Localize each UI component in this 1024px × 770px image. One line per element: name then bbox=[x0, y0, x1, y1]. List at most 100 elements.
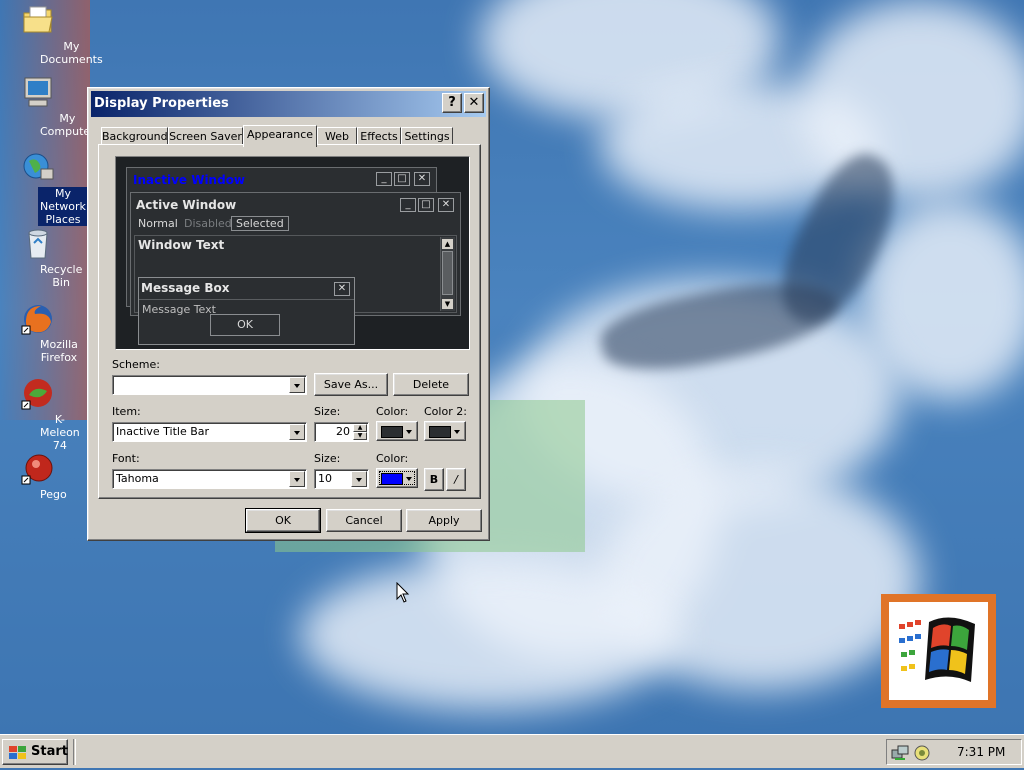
maximize-icon: □ bbox=[394, 172, 410, 186]
desktop-icon-pego[interactable]: Pego bbox=[0, 452, 76, 501]
preview-menu-normal: Normal bbox=[138, 217, 178, 230]
clock[interactable]: 7:31 PM bbox=[957, 745, 1005, 759]
desktop-icon-label: Mozilla Firefox bbox=[40, 338, 78, 364]
network-tray-icon[interactable] bbox=[891, 744, 909, 762]
mouse-pointer-icon bbox=[396, 582, 410, 603]
help-button[interactable]: ? bbox=[442, 93, 462, 113]
chevron-down-icon[interactable] bbox=[289, 471, 305, 487]
desktop-icon-label: My Documents bbox=[40, 40, 103, 66]
close-icon: ✕ bbox=[438, 198, 454, 212]
chevron-down-icon[interactable] bbox=[351, 471, 367, 487]
pego-icon bbox=[21, 452, 55, 486]
desktop-icon-my-network-places[interactable]: My Network Places bbox=[0, 151, 88, 226]
desktop-icon-recycle-bin[interactable]: Recycle Bin bbox=[0, 227, 82, 289]
item-color-label: Color: bbox=[376, 405, 409, 418]
network-globe-icon bbox=[21, 151, 55, 185]
dialog-title: Display Properties bbox=[94, 96, 229, 111]
tab-background[interactable]: Background bbox=[101, 127, 168, 145]
desktop-icon-mozilla-firefox[interactable]: Mozilla Firefox bbox=[0, 302, 78, 364]
font-size-select[interactable]: 10 bbox=[314, 469, 369, 489]
font-color-swatch bbox=[381, 473, 403, 485]
minimize-icon: _ bbox=[400, 198, 416, 212]
cancel-button[interactable]: Cancel bbox=[326, 509, 402, 532]
preview-menu-selected: Selected bbox=[231, 216, 289, 231]
item-color-swatch bbox=[381, 426, 403, 438]
apply-button[interactable]: Apply bbox=[406, 509, 482, 532]
tab-appearance[interactable]: Appearance bbox=[243, 125, 317, 147]
item-color2-button[interactable] bbox=[424, 421, 466, 441]
windows-flag-icon bbox=[7, 745, 29, 761]
taskbar-divider bbox=[73, 739, 76, 765]
appearance-panel: Inactive Window _ □ ✕ Active Window _ □ … bbox=[98, 144, 481, 499]
font-value: Tahoma bbox=[116, 472, 159, 485]
desktop-icon-label: Pego bbox=[40, 488, 67, 501]
font-label: Font: bbox=[112, 452, 140, 465]
minimize-icon: _ bbox=[376, 172, 392, 186]
volume-tray-icon[interactable] bbox=[913, 744, 931, 762]
tab-screen-saver[interactable]: Screen Saver bbox=[168, 127, 243, 145]
font-size-value: 10 bbox=[318, 472, 332, 485]
chevron-down-icon bbox=[454, 430, 460, 434]
scheme-preview[interactable]: Inactive Window _ □ ✕ Active Window _ □ … bbox=[115, 156, 470, 350]
display-properties-dialog: Display Properties ? ✕ Background Screen… bbox=[87, 87, 490, 541]
desktop-icon-k-meleon[interactable]: K-Meleon 74 bbox=[0, 377, 80, 452]
dialog-titlebar[interactable]: Display Properties ? ✕ bbox=[91, 91, 486, 117]
delete-button[interactable]: Delete bbox=[393, 373, 469, 396]
scheme-label: Scheme: bbox=[112, 358, 160, 371]
item-size-value: 20 bbox=[336, 425, 350, 438]
preview-menu-disabled: Disabled bbox=[184, 217, 232, 230]
ok-button[interactable]: OK bbox=[245, 508, 321, 533]
scroll-down-icon: ▼ bbox=[442, 299, 453, 309]
maximize-icon: □ bbox=[418, 198, 434, 212]
chevron-down-icon[interactable] bbox=[289, 424, 305, 440]
chevron-down-icon bbox=[406, 430, 412, 434]
item-color2-label: Color 2: bbox=[424, 405, 467, 418]
close-icon: ✕ bbox=[334, 282, 350, 296]
desktop-icon-label: Recycle Bin bbox=[40, 263, 83, 289]
desktop-icon-my-computer[interactable]: My Computer bbox=[0, 76, 95, 138]
scheme-select[interactable] bbox=[112, 375, 307, 395]
firefox-icon bbox=[21, 302, 55, 336]
close-icon: ✕ bbox=[414, 172, 430, 186]
bold-button[interactable]: B bbox=[424, 468, 444, 491]
preview-window-text: Window Text bbox=[138, 238, 225, 252]
item-color2-swatch bbox=[429, 426, 451, 438]
chevron-down-icon[interactable] bbox=[289, 377, 305, 393]
font-select[interactable]: Tahoma bbox=[112, 469, 307, 489]
spin-down-icon[interactable]: ▼ bbox=[353, 432, 367, 440]
tab-settings[interactable]: Settings bbox=[401, 127, 453, 145]
preview-inactive-title: Inactive Window bbox=[133, 173, 246, 187]
tab-web[interactable]: Web bbox=[317, 127, 357, 145]
item-size-spinner[interactable]: 20 ▲ ▼ bbox=[314, 422, 369, 442]
item-label: Item: bbox=[112, 405, 141, 418]
start-button[interactable]: Start bbox=[2, 739, 68, 765]
recycle-bin-icon bbox=[21, 227, 55, 261]
preview-message-box: Message Box ✕ Message Text OK bbox=[138, 277, 355, 345]
start-label: Start bbox=[31, 744, 68, 759]
font-color-label: Color: bbox=[376, 452, 409, 465]
desktop-icon-label: K-Meleon 74 bbox=[40, 413, 80, 452]
chevron-down-icon bbox=[406, 477, 412, 481]
windows-logo bbox=[881, 594, 996, 708]
font-size-label: Size: bbox=[314, 452, 341, 465]
taskbar: Start 7:31 PM bbox=[0, 734, 1024, 768]
close-button[interactable]: ✕ bbox=[464, 93, 484, 113]
item-value: Inactive Title Bar bbox=[116, 425, 210, 438]
italic-button[interactable]: / bbox=[446, 468, 466, 491]
scroll-up-icon: ▲ bbox=[442, 239, 453, 249]
computer-icon bbox=[21, 76, 55, 110]
preview-ok-button: OK bbox=[210, 314, 280, 336]
item-color-button[interactable] bbox=[376, 421, 418, 441]
tab-effects[interactable]: Effects bbox=[357, 127, 401, 145]
item-select[interactable]: Inactive Title Bar bbox=[112, 422, 307, 442]
desktop-icon-my-documents[interactable]: My Documents bbox=[0, 4, 103, 66]
preview-msgbox-text: Message Text bbox=[142, 303, 216, 316]
preview-msgbox-title: Message Box bbox=[141, 281, 230, 295]
font-color-button[interactable] bbox=[376, 468, 418, 488]
spin-up-icon[interactable]: ▲ bbox=[353, 424, 367, 432]
preview-scrollbar: ▲ ▼ bbox=[440, 237, 455, 311]
system-tray: 7:31 PM bbox=[886, 739, 1022, 765]
save-as-button[interactable]: Save As... bbox=[314, 373, 388, 396]
desktop-icon-label: My Network Places bbox=[38, 187, 88, 226]
item-size-label: Size: bbox=[314, 405, 341, 418]
